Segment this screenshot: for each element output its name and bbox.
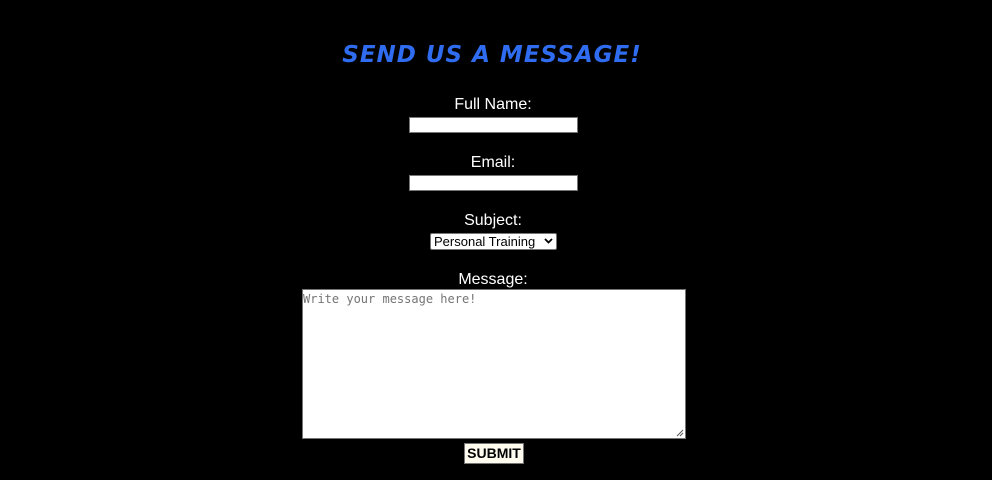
full-name-label: Full Name: — [454, 96, 532, 113]
subject-label: Subject: — [464, 212, 522, 229]
email-label: Email: — [470, 154, 516, 171]
submit-button[interactable]: SUBMIT — [464, 443, 524, 464]
form-title: Send us a message! — [342, 42, 642, 68]
contact-form: Send us a message! Full Name: Email: Sub… — [0, 0, 992, 480]
subject-selected-value: Personal Training — [434, 234, 536, 249]
subject-select[interactable]: Personal Training — [430, 233, 557, 250]
chevron-down-icon — [544, 238, 553, 244]
message-textarea[interactable]: Write your message here! — [302, 289, 686, 439]
resize-handle-icon[interactable] — [676, 429, 684, 437]
message-label: Message: — [458, 271, 528, 288]
full-name-input[interactable] — [409, 117, 578, 133]
message-placeholder: Write your message here! — [303, 292, 477, 306]
email-input[interactable] — [409, 175, 578, 191]
